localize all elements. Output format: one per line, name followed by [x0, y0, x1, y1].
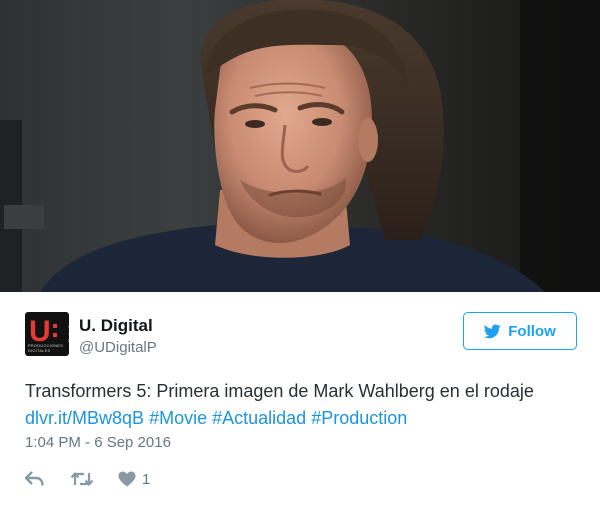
user-handle[interactable]: @UDigitalP	[79, 339, 157, 356]
tweet-link[interactable]: dlvr.it/MBw8qB	[25, 408, 144, 428]
hashtag-production[interactable]: #Production	[311, 408, 407, 428]
like-button[interactable]: 1	[118, 471, 150, 488]
avatar-colon-mark	[53, 324, 57, 328]
avatar-side-text: digital	[68, 326, 69, 344]
retweet-icon	[70, 472, 94, 486]
display-name[interactable]: U. Digital	[79, 316, 153, 336]
like-count: 1	[142, 470, 151, 488]
twitter-bird-icon	[484, 323, 501, 338]
avatar-small-text: PRODUCCIONES DIGITALES	[28, 343, 64, 353]
tweet-photo[interactable]	[0, 0, 600, 292]
tweet-text: Transformers 5: Primera imagen de Mark W…	[25, 378, 585, 432]
follow-button-label: Follow	[508, 322, 556, 340]
reply-icon	[25, 471, 44, 486]
tweet-card: U digital PRODUCCIONES DIGITALES U. Digi…	[0, 292, 600, 509]
tweet-actions: 1	[25, 468, 150, 490]
hashtag-actualidad[interactable]: #Actualidad	[212, 408, 306, 428]
retweet-button[interactable]	[70, 471, 94, 487]
tweet-timestamp[interactable]: 1:04 PM - 6 Sep 2016	[25, 434, 171, 451]
heart-icon	[118, 471, 136, 487]
reply-button[interactable]	[25, 471, 44, 487]
tweet-body: Transformers 5: Primera imagen de Mark W…	[25, 381, 534, 401]
man-portrait-image	[0, 0, 600, 292]
hashtag-movie[interactable]: #Movie	[149, 408, 207, 428]
follow-button[interactable]: Follow	[463, 312, 577, 350]
avatar[interactable]: U digital PRODUCCIONES DIGITALES	[25, 312, 69, 356]
